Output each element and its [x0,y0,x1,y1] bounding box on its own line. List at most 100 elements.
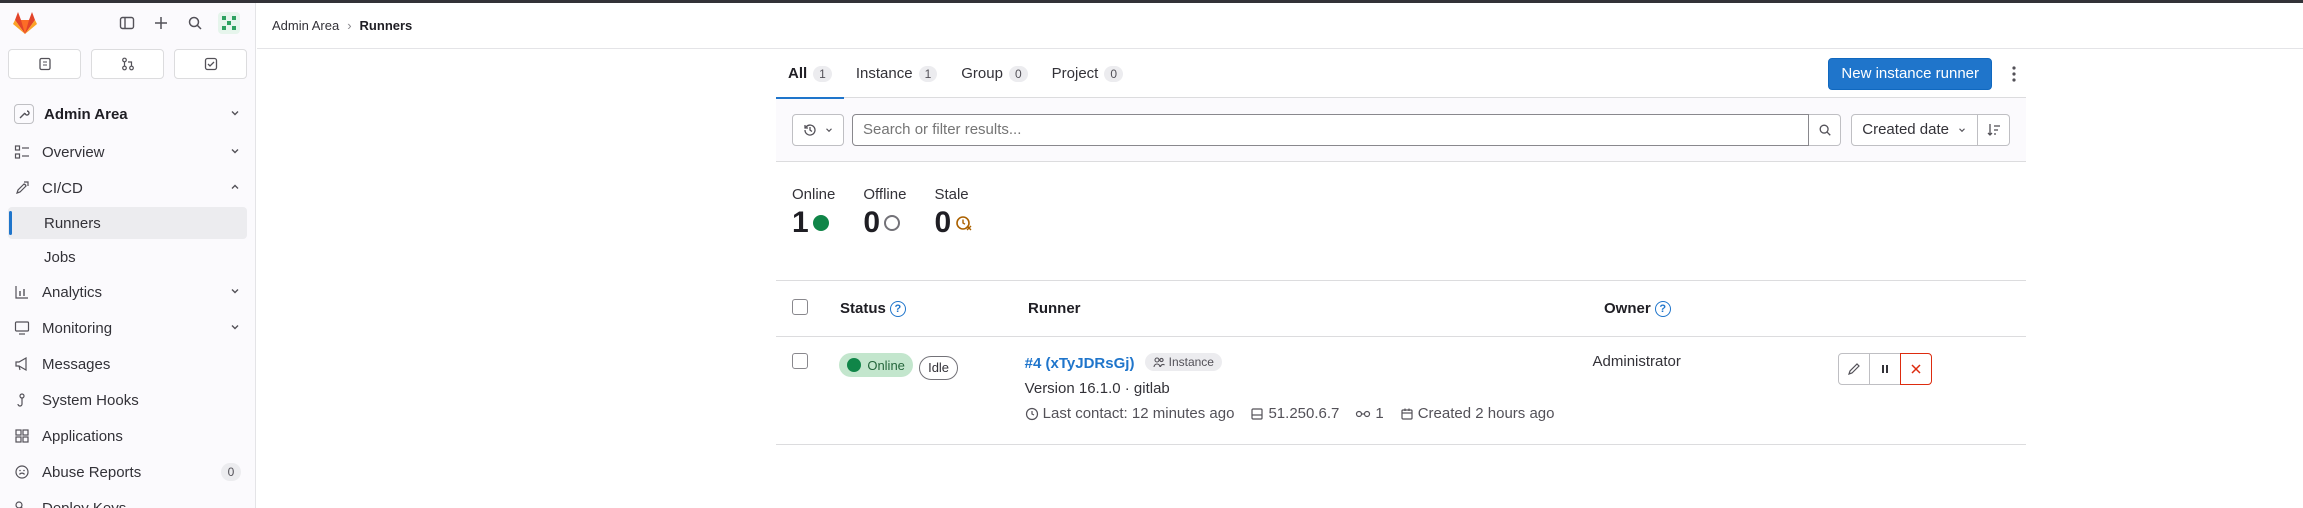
tab-count-badge: 0 [1104,65,1124,82]
sidebar-item-messages[interactable]: Messages [8,347,247,381]
sidebar-item-label: Applications [42,427,123,445]
row-select-checkbox[interactable] [792,353,808,369]
search-input[interactable] [852,113,1810,146]
runner-link[interactable]: #4 (xTyJDRsGj) [1025,355,1135,372]
stat-online[interactable]: Online 1 [792,186,835,266]
stat-offline[interactable]: Offline 0 [863,186,906,266]
calendar-icon [1401,408,1413,420]
status-text: Online [867,357,905,373]
sidebar-item-abuse-reports[interactable]: Abuse Reports 0 [8,455,247,489]
sidebar-item-deploy-keys[interactable]: Deploy Keys [8,491,247,508]
recent-searches-button[interactable] [792,113,844,146]
sidebar-item-label: Abuse Reports [42,463,142,481]
stat-label: Online [792,186,836,203]
delete-runner-button[interactable] [1900,353,1932,385]
offline-status-icon [884,215,901,231]
tab-group[interactable]: Group 0 [949,50,1039,98]
select-all-checkbox[interactable] [792,298,808,315]
edit-runner-button[interactable] [1838,353,1870,385]
table-header: Status? Runner Owner? [776,281,2026,337]
stat-value: 0 [934,206,952,239]
online-status-icon [812,215,829,231]
pause-runner-button[interactable] [1869,353,1901,385]
sidebar-item-label: Deploy Keys [42,499,127,508]
pipeline-icon [1356,410,1371,417]
owner-header: Owner [1604,299,1651,317]
sort-control: Created date [1851,113,2010,146]
pencil-icon [1848,363,1860,375]
plus-icon[interactable] [147,9,175,37]
idle-badge: Idle [919,355,959,380]
clock-icon [1025,407,1038,420]
tab-instance[interactable]: Instance 1 [844,50,949,98]
sidebar-counters [0,43,255,85]
status-header: Status [840,299,886,317]
stat-label: Stale [934,186,969,203]
more-actions-kebab-icon[interactable] [2002,58,2026,90]
merge-requests-counter[interactable] [91,49,164,79]
sidebar-item-label: Jobs [44,248,76,266]
breadcrumb-parent-link[interactable]: Admin Area [272,18,339,33]
sidebar-item-jobs[interactable]: Jobs [8,241,247,273]
abuse-icon [14,464,30,480]
tab-all[interactable]: All 1 [776,50,844,99]
issues-icon [38,57,51,71]
sidebar-item-applications[interactable]: Applications [8,419,247,453]
history-icon [804,123,816,136]
search-submit-button[interactable] [1809,113,1842,146]
rocket-icon [14,180,30,196]
monitor-icon [14,320,30,336]
ip-address-icon [1251,407,1264,420]
sidebar-item-system-hooks[interactable]: System Hooks [8,383,247,417]
sidebar-item-label: Runners [44,214,101,232]
tab-project[interactable]: Project 0 [1040,50,1135,98]
todos-counter[interactable] [174,49,247,79]
sidebar-section-title: Admin Area [44,105,128,123]
search-icon[interactable] [181,9,209,37]
chevron-down-icon [229,106,241,123]
runner-type-tabs: All 1 Instance 1 Group 0 Project 0 New i… [776,50,2026,99]
hook-icon [14,392,30,408]
runner-details: Last contact: 12 minutes ago 51.250.6.7 … [1025,405,1593,422]
owner-text: Administrator [1592,353,1681,370]
breadcrumb-current[interactable]: Runners [360,18,413,33]
stat-stale[interactable]: Stale 0 [934,186,973,266]
runner-type-badge: Instance [1144,353,1222,371]
row-actions [1838,353,1932,385]
bullhorn-icon [14,356,30,372]
gitlab-logo-icon[interactable] [12,10,38,36]
owner-help-icon[interactable]: ? [1654,301,1671,318]
new-instance-runner-button[interactable]: New instance runner [1828,57,1992,90]
sort-field-dropdown[interactable]: Created date [1851,113,1978,146]
search-icon [1819,124,1831,136]
sidebar-section-admin-area[interactable]: Admin Area [8,97,247,131]
breadcrumb: Admin Area › Runners [257,3,2303,49]
sidebar-item-cicd[interactable]: CI/CD [8,171,247,205]
status-help-icon[interactable]: ? [889,301,906,318]
sidebar: Admin Area Overview CI/CD Runners Jobs A… [0,3,256,508]
sidebar-item-analytics[interactable]: Analytics [8,275,247,309]
tab-label: Project [1051,65,1099,82]
ip-address-text: 51.250.6.7 [1268,405,1340,422]
avatar[interactable] [215,9,243,37]
sidebar-item-overview[interactable]: Overview [8,135,247,169]
stat-value: 1 [792,206,809,239]
sort-direction-button[interactable] [1978,113,2010,146]
toggle-sidebar-icon[interactable] [113,9,141,37]
sidebar-top-bar [0,3,255,43]
sidebar-item-monitoring[interactable]: Monitoring [8,311,247,345]
pause-icon [1882,365,1888,373]
merge-request-icon [121,57,134,71]
sidebar-item-runners[interactable]: Runners [8,207,247,239]
runner-version: Version 16.1.0 · gitlab [1024,380,1170,397]
chevron-down-icon [229,320,241,337]
runner-stats: Online 1 Offline 0 Stale 0 [776,162,2026,266]
close-icon [1911,364,1921,374]
chevron-down-icon [1959,127,1965,132]
key-icon [14,500,30,508]
applications-icon [14,428,30,444]
issues-counter[interactable] [8,49,81,79]
wrench-icon [14,104,34,124]
sort-field-label: Created date [1862,121,1949,138]
chevron-down-icon [826,127,832,132]
